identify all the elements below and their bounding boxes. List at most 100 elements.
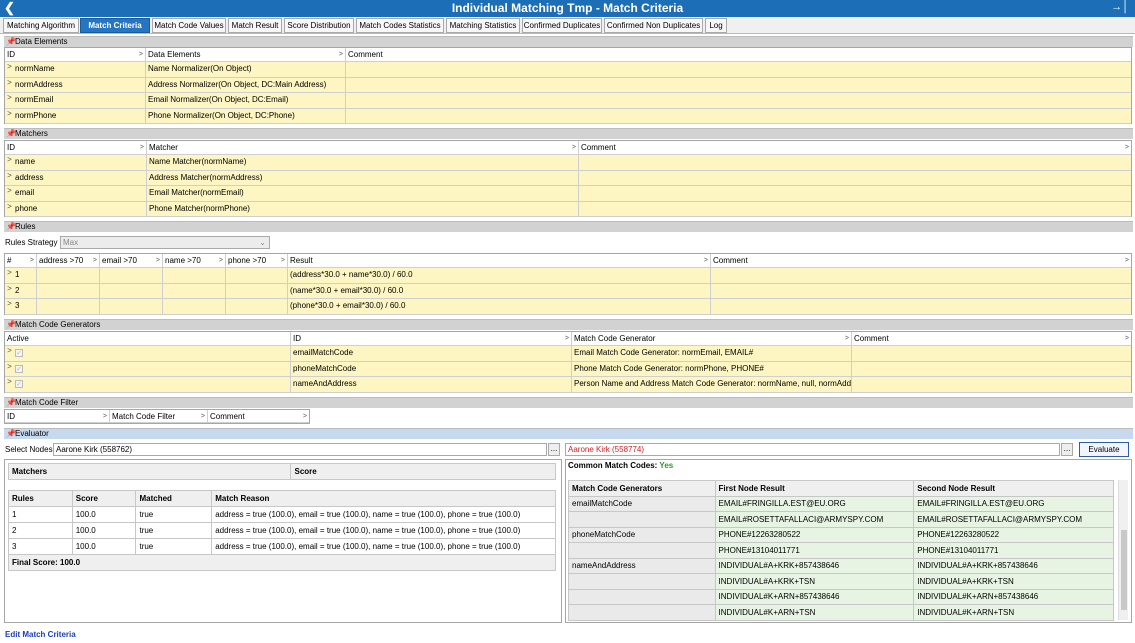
table-row[interactable]: >2 (name*30.0 + email*30.0) / 60.0 [5, 283, 1131, 299]
chevron-right-icon: > [155, 257, 160, 264]
table-cell: emailMatchCode [290, 346, 571, 361]
table-row[interactable]: > ✓ phoneMatchCode Phone Match Code Generat… [5, 361, 1131, 377]
table-row[interactable]: INDIVIDUAL#K+ARN+TSN INDIVIDUAL#K+ARN+TSN [568, 604, 1114, 621]
active-checkbox[interactable]: ✓ [15, 364, 23, 373]
edit-match-criteria-link[interactable]: Edit Match Criteria [5, 630, 76, 639]
column-header[interactable]: Matcher > [146, 141, 578, 154]
tab-score-distribution[interactable]: Score Distribution [284, 18, 354, 33]
column-header[interactable]: ID > [5, 410, 109, 422]
table-cell: normPhone [15, 110, 57, 120]
tab-match-code-values[interactable]: Match Code Values [152, 18, 226, 33]
scrollbar[interactable] [1118, 480, 1128, 620]
rules-strategy-select[interactable]: Max ⌄ [60, 236, 270, 249]
table-row[interactable]: emailMatchCode EMAIL#FRINGILLA.EST@EU.ORG… [568, 495, 1114, 512]
column-header[interactable]: Match Code Generators [568, 480, 716, 497]
column-header[interactable]: ID > [290, 332, 571, 345]
table-cell: address = true (100.0), email = true (10… [211, 522, 556, 539]
section-rules[interactable]: 📌 Rules [4, 221, 1133, 232]
table-row[interactable]: >1 (address*30.0 + name*30.0) / 60.0 [5, 268, 1131, 284]
table-row[interactable]: > phone Phone Matcher(normPhone) [5, 201, 1131, 217]
tab-match-criteria[interactable]: Match Criteria [80, 18, 150, 33]
tab-match-result[interactable]: Match Result [228, 18, 282, 33]
column-header[interactable]: Score [290, 463, 556, 480]
node2-browse-button[interactable]: ... [1061, 443, 1073, 456]
table-row[interactable]: EMAIL#ROSETTAFALLACI@ARMYSPY.COM EMAIL#RO… [568, 511, 1114, 528]
final-score: Final Score: 100.0 [8, 554, 556, 571]
column-header[interactable]: Score [71, 490, 137, 507]
column-header[interactable]: Match Code Generator > [571, 332, 851, 345]
pin-icon[interactable]: →│ [1111, 1, 1129, 13]
table-row[interactable]: > ✓ nameAndAddress Person Name and Address … [5, 377, 1131, 393]
table-row[interactable]: > normEmail Email Normalizer(On Object, DC… [5, 93, 1131, 109]
section-match-code-generators[interactable]: 📌 Match Code Generators [4, 319, 1133, 330]
table-row[interactable]: > email Email Matcher(normEmail) [5, 186, 1131, 202]
column-header[interactable]: Matchers [7, 463, 292, 480]
chevron-right-icon: > [571, 144, 576, 151]
section-title: Match Code Filter [15, 398, 79, 407]
table-row[interactable]: INDIVIDUAL#K+ARN+857438646 INDIVIDUAL#K+A… [568, 588, 1114, 605]
column-header[interactable]: Data Elements > [145, 48, 345, 61]
column-header[interactable]: Comment > [851, 332, 1131, 345]
node2-input[interactable]: Aarone Kirk (558774) [565, 443, 1060, 456]
column-header[interactable]: Comment > [207, 410, 309, 422]
table-row[interactable]: 2 100.0 true address = true (100.0), email … [8, 522, 556, 539]
column-header[interactable]: Active [5, 332, 290, 345]
tab-log[interactable]: Log [705, 18, 727, 33]
match-codes-table: Match Code Generators First Node Result Se… [568, 480, 1114, 621]
column-header[interactable]: phone >70 > [225, 254, 287, 267]
table-row[interactable]: > normName Name Normalizer(On Object) [5, 62, 1131, 78]
column-header[interactable]: Result > [287, 254, 710, 267]
table-row[interactable]: PHONE#13104011771 PHONE#13104011771 [568, 542, 1114, 559]
second-node-result: INDIVIDUAL#A+KRK+TSN [913, 573, 1114, 590]
common-codes-label: Common Match Codes: Yes [568, 461, 673, 470]
column-header[interactable]: Comment > [578, 141, 1131, 154]
column-header[interactable]: Rules [8, 490, 73, 507]
table-row[interactable]: phoneMatchCode PHONE#12263280522 PHONE#122… [568, 526, 1114, 543]
table-row[interactable]: INDIVIDUAL#A+KRK+TSN INDIVIDUAL#A+KRK+TSN [568, 573, 1114, 590]
table-row[interactable]: > normPhone Phone Normalizer(On Object, DC… [5, 108, 1131, 124]
section-match-code-filter[interactable]: 📌 Match Code Filter [4, 397, 1133, 408]
table-cell: Email Normalizer(On Object, DC:Email) [145, 93, 345, 108]
column-header-label: Matcher [149, 143, 178, 152]
column-header[interactable]: Comment > [710, 254, 1131, 267]
column-header[interactable]: Second Node Result [913, 480, 1114, 497]
table-row[interactable]: 3 100.0 true address = true (100.0), email … [8, 538, 556, 555]
table-cell: 3 [15, 301, 20, 310]
column-header[interactable]: First Node Result [714, 480, 915, 497]
column-header[interactable]: email >70 > [99, 254, 162, 267]
table-cell [710, 283, 1131, 298]
column-header[interactable]: Matched [135, 490, 213, 507]
column-header[interactable]: Comment [345, 48, 1131, 61]
column-header[interactable]: ID > [5, 141, 146, 154]
scrollbar-thumb[interactable] [1121, 530, 1127, 610]
table-row[interactable]: > normAddress Address Normalizer(On Object… [5, 77, 1131, 93]
node1-input[interactable]: Aarone Kirk (558762) [53, 443, 547, 456]
table-cell: normName [15, 64, 55, 73]
tab-matching-algorithm[interactable]: Matching Algorithm [3, 18, 79, 33]
column-header[interactable]: address >70 > [36, 254, 99, 267]
table-row[interactable]: > name Name Matcher(normName) [5, 155, 1131, 171]
table-row[interactable]: >3 (phone*30.0 + email*30.0) / 60.0 [5, 299, 1131, 315]
column-header[interactable]: Match Reason [211, 490, 556, 507]
column-header[interactable]: name >70 > [162, 254, 225, 267]
column-header[interactable]: ID > [5, 48, 145, 61]
column-header[interactable]: # > [5, 254, 36, 267]
active-checkbox[interactable]: ✓ [15, 349, 23, 357]
column-header[interactable]: Match Code Filter > [109, 410, 207, 422]
tab-matching-statistics[interactable]: Matching Statistics [446, 18, 520, 33]
table-row[interactable]: > ✓ emailMatchCode Email Match Code Generat… [5, 346, 1131, 362]
table-row[interactable]: 1 100.0 true address = true (100.0), email … [8, 506, 556, 523]
section-evaluator[interactable]: 📌 Evaluator [4, 428, 1133, 439]
section-data-elements[interactable]: 📌 Data Elements [4, 36, 1133, 47]
tab-match-codes-statistics[interactable]: Match Codes Statistics [356, 18, 444, 33]
active-checkbox[interactable]: ✓ [15, 380, 23, 388]
section-matchers[interactable]: 📌 Matchers [4, 128, 1133, 139]
evaluate-button[interactable]: Evaluate [1079, 442, 1129, 457]
node1-browse-button[interactable]: ... [548, 443, 560, 456]
table-row[interactable]: > address Address Matcher(normAddress) [5, 170, 1131, 186]
tab-confirmed-non-duplicates[interactable]: Confirmed Non Duplicates [604, 18, 703, 33]
tab-confirmed-duplicates[interactable]: Confirmed Duplicates [522, 18, 602, 33]
table-cell: email [15, 188, 35, 197]
table-cell: 100.0 [71, 506, 137, 523]
table-row[interactable]: nameAndAddress INDIVIDUAL#A+KRK+857438646… [568, 557, 1114, 574]
